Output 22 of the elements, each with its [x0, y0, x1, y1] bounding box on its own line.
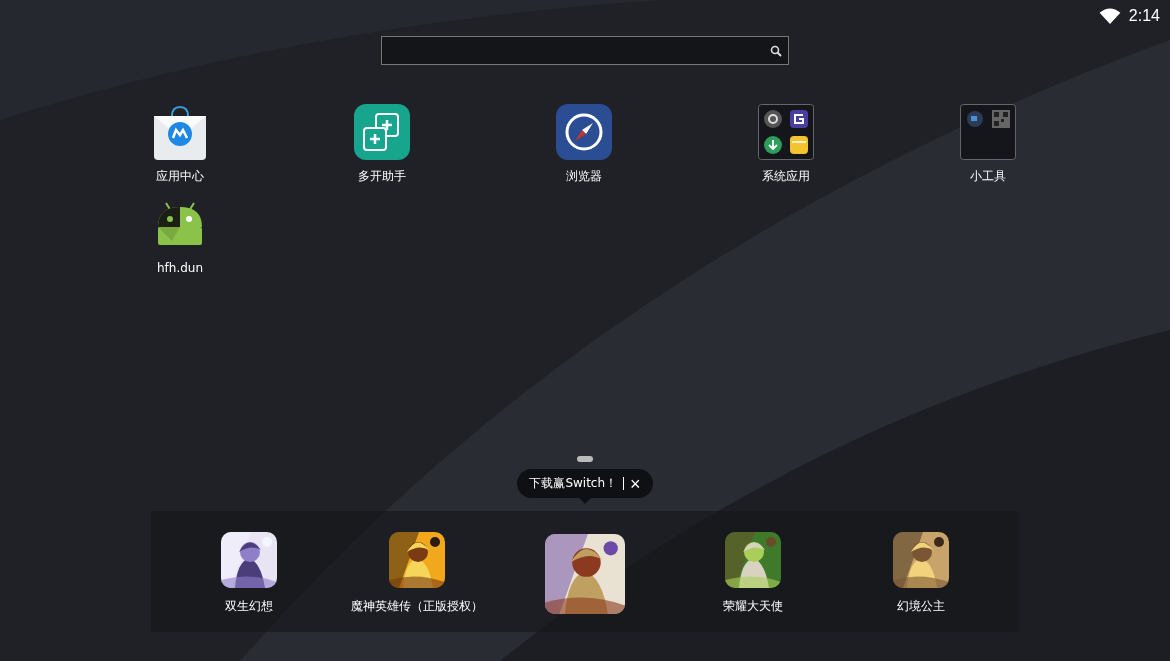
clone-app-icon[interactable]: [354, 104, 410, 160]
app-label[interactable]: 多开助手: [358, 168, 406, 185]
compass-icon[interactable]: [556, 104, 612, 160]
app-label[interactable]: 浏览器: [566, 168, 602, 185]
close-button[interactable]: ×: [630, 474, 641, 493]
app-label[interactable]: 魔神英雄传（正版授权）: [351, 598, 483, 615]
app-folder-icon[interactable]: [758, 104, 814, 160]
app-label[interactable]: 小工具: [970, 168, 1006, 185]
tools-folder-icon[interactable]: [960, 104, 1016, 160]
search-icon[interactable]: [770, 44, 782, 57]
promo-text: 下载赢Switch！: [529, 475, 618, 492]
search-field[interactable]: [381, 36, 789, 65]
app-label[interactable]: 系统应用: [762, 168, 810, 185]
app-label[interactable]: hfh.dun: [156, 261, 204, 275]
store-bag-icon[interactable]: [152, 104, 208, 160]
app-label[interactable]: 双生幻想: [225, 598, 273, 615]
app-label[interactable]: 幻境公主: [897, 598, 945, 615]
clock-time: 2:14: [1128, 7, 1160, 25]
wifi-icon: [1098, 7, 1121, 25]
app-label[interactable]: 应用中心: [156, 168, 204, 185]
drawer-handle[interactable]: [577, 456, 593, 462]
app-label[interactable]: 荣耀大天使: [723, 598, 783, 615]
